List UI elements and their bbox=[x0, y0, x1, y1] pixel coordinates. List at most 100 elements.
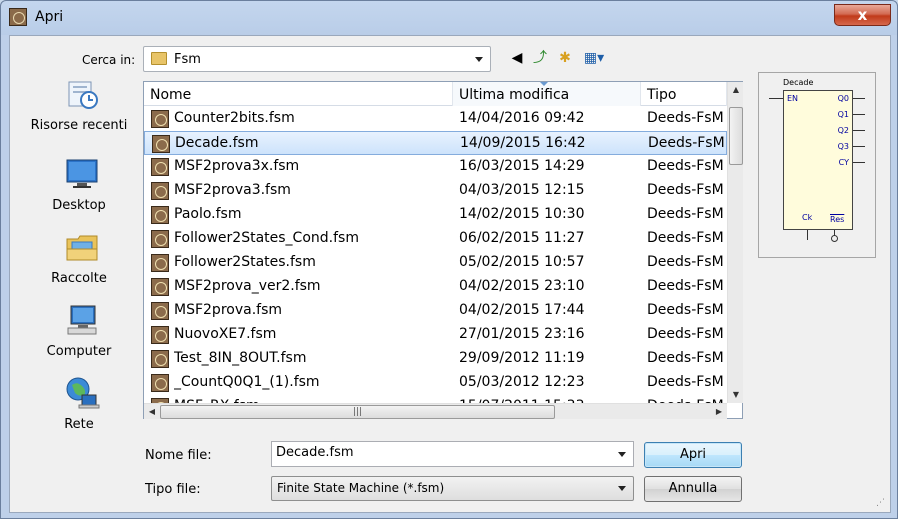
place-network[interactable]: Rete bbox=[20, 375, 138, 441]
file-type-cell: Deeds-FsM bbox=[647, 230, 724, 246]
table-row[interactable]: MSF2prova3x.fsm 16/03/2015 14:29 Deeds-FsM bbox=[144, 155, 727, 179]
window-title: Apri bbox=[35, 9, 64, 25]
file-type-cell: Deeds-FsM bbox=[647, 158, 724, 174]
file-name-input[interactable]: Decade.fsm bbox=[271, 441, 634, 467]
file-type-cell: Deeds-FsM bbox=[647, 206, 724, 222]
scroll-right-icon[interactable]: ▶ bbox=[711, 404, 727, 420]
file-name-cell: Follower2States_Cond.fsm bbox=[174, 230, 359, 246]
table-row[interactable]: Decade.fsm 14/09/2015 16:42 Deeds-FsM bbox=[144, 131, 727, 155]
recent-places-icon bbox=[68, 81, 98, 109]
place-libraries[interactable]: Raccolte bbox=[20, 229, 138, 295]
place-label: Computer bbox=[46, 344, 112, 359]
pin-line bbox=[853, 98, 865, 99]
fsm-file-icon bbox=[151, 230, 169, 248]
table-row[interactable]: NuovoXE7.fsm 27/01/2015 23:16 Deeds-FsM bbox=[144, 323, 727, 347]
new-folder-icon[interactable]: ✱ bbox=[556, 49, 574, 67]
dialog-client-area: Cerca in: Fsm ◀ ⤴ ✱ ▦▾ Risorse recenti D… bbox=[9, 35, 891, 513]
file-modified-cell: 04/02/2015 17:44 bbox=[459, 302, 585, 318]
table-row[interactable]: Follower2States_Cond.fsm 06/02/2015 11:27… bbox=[144, 227, 727, 251]
fsm-file-icon bbox=[151, 182, 169, 200]
app-icon bbox=[9, 8, 27, 26]
table-row[interactable]: Paolo.fsm 14/02/2015 10:30 Deeds-FsM bbox=[144, 203, 727, 227]
table-row[interactable]: MSF2prova.fsm 04/02/2015 17:44 Deeds-FsM bbox=[144, 299, 727, 323]
desktop-icon bbox=[66, 159, 98, 188]
up-folder-icon[interactable]: ⤴ bbox=[531, 49, 549, 67]
open-button[interactable]: Apri bbox=[644, 442, 742, 468]
table-row[interactable]: Follower2States.fsm 05/02/2015 10:57 Deeds… bbox=[144, 251, 727, 275]
back-icon[interactable]: ◀ bbox=[508, 49, 526, 67]
horizontal-scroll-thumb[interactable]: ||| bbox=[160, 405, 555, 419]
file-list[interactable]: Nome Ultima modifica Tipo Counter2bits.f… bbox=[143, 81, 743, 419]
chip-symbol: EN Q0 Q1 Q2 Q3 CY Ck Res bbox=[783, 90, 853, 230]
file-name-cell: Counter2bits.fsm bbox=[174, 110, 295, 126]
pin-line bbox=[769, 98, 783, 99]
file-rows: Counter2bits.fsm 14/04/2016 09:42 Deeds-Fs… bbox=[144, 107, 727, 404]
file-modified-cell: 16/03/2015 14:29 bbox=[459, 158, 585, 174]
chip-output-label: Q2 bbox=[837, 126, 849, 135]
fsm-file-icon bbox=[151, 158, 169, 176]
file-modified-cell: 14/09/2015 16:42 bbox=[460, 135, 586, 151]
file-type-cell: Deeds-FsM bbox=[647, 182, 724, 198]
table-row[interactable]: MSF2prova3.fsm 04/03/2015 12:15 Deeds-FsM bbox=[144, 179, 727, 203]
place-label: Rete bbox=[64, 417, 94, 432]
place-computer[interactable]: Computer bbox=[20, 302, 138, 368]
chip-output-label: Q1 bbox=[837, 110, 849, 119]
chip-title: Decade bbox=[783, 78, 814, 87]
file-type-cell: Deeds-FsM bbox=[648, 135, 725, 151]
file-type-cell: Deeds-FsM bbox=[647, 278, 724, 294]
file-type-cell: Deeds-FsM bbox=[647, 350, 724, 366]
file-modified-cell: 29/09/2012 11:19 bbox=[459, 350, 585, 366]
cancel-button[interactable]: Annulla bbox=[644, 476, 742, 502]
scroll-down-icon[interactable]: ▼ bbox=[728, 387, 744, 403]
chevron-down-icon[interactable] bbox=[618, 452, 626, 457]
chip-output-label: Q0 bbox=[837, 94, 849, 103]
chip-reset-label: Res bbox=[830, 215, 845, 224]
resize-grip-icon[interactable]: ⋰ bbox=[876, 498, 888, 510]
horizontal-scrollbar[interactable]: ◀ ||| ▶ bbox=[144, 403, 727, 419]
file-type-cell: Deeds-FsM bbox=[647, 302, 724, 318]
view-menu-icon[interactable]: ▦▾ bbox=[580, 49, 608, 67]
vertical-scroll-thumb[interactable] bbox=[729, 107, 743, 165]
place-label: Desktop bbox=[52, 198, 106, 213]
close-button[interactable]: x bbox=[834, 4, 891, 26]
table-row[interactable]: Counter2bits.fsm 14/04/2016 09:42 Deeds-Fs… bbox=[144, 107, 727, 131]
place-label: Risorse recenti bbox=[30, 118, 128, 133]
place-recent[interactable]: Risorse recenti bbox=[20, 76, 138, 142]
file-type-cell: Deeds-FsM bbox=[647, 326, 724, 342]
file-type-cell: Deeds-FsM bbox=[647, 254, 724, 270]
chevron-down-icon[interactable] bbox=[475, 57, 483, 62]
table-row[interactable]: MSF2prova_ver2.fsm 04/02/2015 23:10 Deeds-… bbox=[144, 275, 727, 299]
file-type-cell: Deeds-FsM bbox=[647, 374, 724, 390]
file-name-cell: Follower2States.fsm bbox=[174, 254, 316, 270]
chip-clock-label: Ck bbox=[802, 213, 813, 222]
scroll-up-icon[interactable]: ▲ bbox=[728, 82, 744, 98]
fsm-file-icon bbox=[151, 326, 169, 344]
sort-arrow-icon bbox=[540, 82, 548, 86]
file-modified-cell: 06/02/2015 11:27 bbox=[459, 230, 585, 246]
pin-line bbox=[853, 162, 865, 163]
fsm-file-icon bbox=[151, 302, 169, 320]
title-bar[interactable]: Apri x bbox=[1, 1, 897, 35]
scroll-left-icon[interactable]: ◀ bbox=[144, 404, 160, 420]
file-modified-cell: 27/01/2015 23:16 bbox=[459, 326, 585, 342]
preview-pane: Decade EN Q0 Q1 Q2 Q3 CY Ck Res bbox=[758, 72, 876, 258]
column-name[interactable]: Nome bbox=[144, 82, 453, 106]
table-row[interactable]: Test_8IN_8OUT.fsm 29/09/2012 11:19 Deeds-F… bbox=[144, 347, 727, 371]
place-desktop[interactable]: Desktop bbox=[20, 156, 138, 222]
file-type-select[interactable]: Finite State Machine (*.fsm) bbox=[271, 476, 634, 501]
file-name-cell: MSF2prova3x.fsm bbox=[174, 158, 300, 174]
file-modified-cell: 04/03/2015 12:15 bbox=[459, 182, 585, 198]
look-in-value: Fsm bbox=[174, 52, 201, 67]
pin-line bbox=[853, 114, 865, 115]
file-modified-cell: 04/02/2015 23:10 bbox=[459, 278, 585, 294]
file-modified-cell: 14/02/2015 10:30 bbox=[459, 206, 585, 222]
chevron-down-icon[interactable] bbox=[618, 486, 626, 491]
table-row[interactable]: _CountQ0Q1_(1).fsm 05/03/2012 12:23 Deeds-… bbox=[144, 371, 727, 395]
fsm-file-icon bbox=[151, 206, 169, 224]
fsm-file-icon bbox=[151, 254, 169, 272]
column-type[interactable]: Tipo bbox=[641, 82, 727, 106]
vertical-scrollbar[interactable]: ▲ ▼ bbox=[727, 82, 743, 403]
look-in-combo[interactable]: Fsm bbox=[143, 46, 491, 72]
file-name-value: Decade.fsm bbox=[276, 445, 354, 460]
file-name-cell: _CountQ0Q1_(1).fsm bbox=[174, 374, 320, 390]
